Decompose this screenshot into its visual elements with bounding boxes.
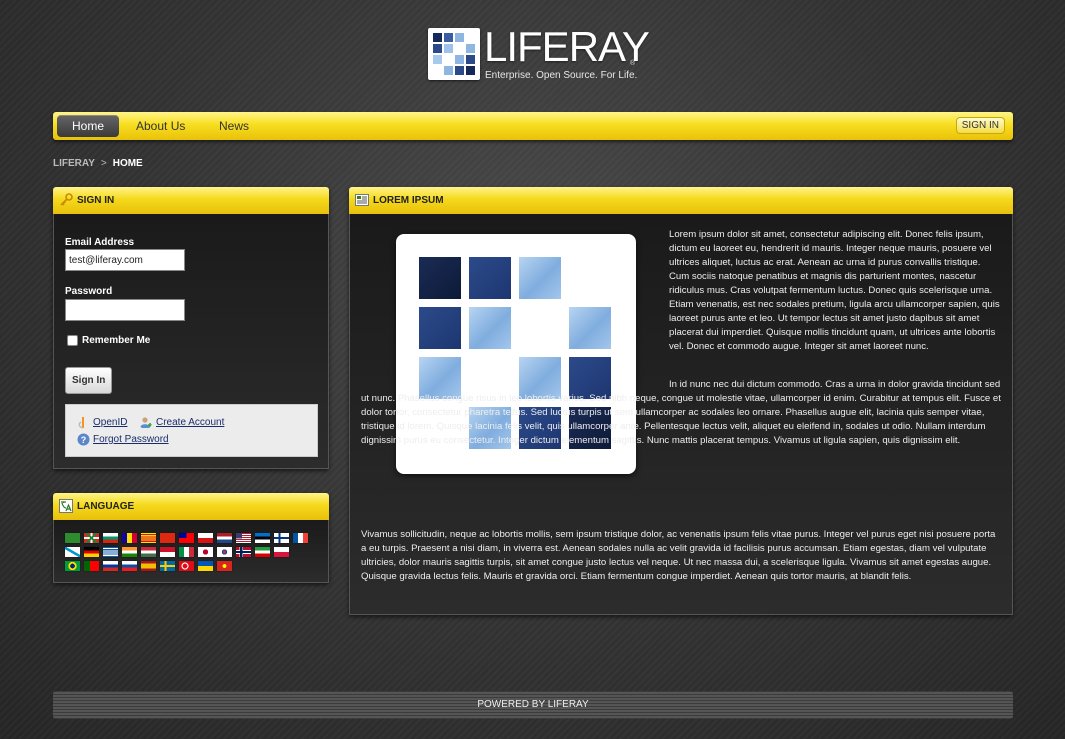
language-flags [53, 520, 329, 583]
svg-text:?: ? [81, 435, 87, 445]
journal-article: Lorem ipsum dolor sit amet, consectetur … [349, 214, 1013, 615]
lorem-ipsum-portlet-header: LOREM IPSUM [349, 187, 1013, 214]
language-portlet: LANGUAGE [53, 493, 329, 583]
openid-icon [78, 417, 84, 429]
flag-basque-icon[interactable] [84, 533, 99, 543]
help-icon: ? [77, 433, 90, 446]
logo-registered: ® [630, 60, 636, 67]
liferay-logo[interactable]: LIFERAY ® Enterprise. Open Source. For L… [428, 24, 650, 88]
flag-spain-icon[interactable] [141, 561, 156, 571]
flag-bulgaria-icon[interactable] [103, 533, 118, 543]
sign-in-button[interactable]: Sign In [65, 367, 113, 394]
flag-vietnam-icon[interactable] [217, 561, 232, 571]
breadcrumb: LIFERAY > HOME [53, 158, 143, 169]
flag-czech-icon[interactable] [198, 533, 213, 543]
article-paragraph-1: Lorem ipsum dolor sit amet, consectetur … [669, 229, 1000, 352]
nav-news[interactable]: News [209, 115, 259, 137]
flag-china-icon[interactable] [160, 533, 175, 543]
breadcrumb-current[interactable]: HOME [113, 158, 143, 169]
powered-by-link[interactable]: POWERED BY LIFERAY [53, 699, 1013, 710]
key-icon [60, 193, 73, 206]
forgot-password-link[interactable]: Forgot Password [93, 434, 169, 445]
footer: POWERED BY LIFERAY [53, 691, 1013, 719]
flag-indonesia-icon[interactable] [160, 547, 175, 557]
document-icon [355, 194, 369, 206]
flag-catalonia-icon[interactable] [141, 533, 156, 543]
flag-italy-icon[interactable] [179, 547, 194, 557]
flag-japan-icon[interactable] [198, 547, 213, 557]
article-paragraph-2: In id nunc nec dui dictum commodo. Cras … [361, 379, 1001, 446]
add-user-icon [140, 417, 152, 428]
flag-turkey-icon[interactable] [179, 561, 194, 571]
lorem-ipsum-portlet-title: LOREM IPSUM [373, 195, 444, 206]
nav-about-us[interactable]: About Us [126, 115, 195, 137]
flag-greece-icon[interactable] [103, 547, 118, 557]
flag-germany-icon[interactable] [84, 547, 99, 557]
flag-iran-icon[interactable] [255, 547, 270, 557]
logo-mark-icon [428, 28, 480, 80]
flag-andorra-icon[interactable] [122, 533, 137, 543]
password-field[interactable] [65, 299, 185, 321]
flag-usa-icon[interactable] [236, 533, 251, 543]
sign-in-links: OpenID Create Account ? Forgot Password [65, 404, 318, 457]
flag-galicia-icon[interactable] [65, 547, 80, 557]
nav-home[interactable]: Home [57, 115, 119, 137]
sign-in-link[interactable]: SIGN IN [955, 117, 1005, 134]
language-icon [59, 499, 73, 513]
sign-in-portlet: SIGN IN Email Address Password Remember … [53, 187, 329, 469]
flag-sweden-icon[interactable] [160, 561, 175, 571]
remember-me-checkbox[interactable] [67, 335, 78, 346]
flag-estonia-icon[interactable] [255, 533, 270, 543]
main-navigation: Home About Us News SIGN IN [53, 112, 1013, 140]
flag-poland-icon[interactable] [274, 547, 289, 557]
breadcrumb-root[interactable]: LIFERAY [53, 158, 95, 169]
breadcrumb-separator: > [100, 158, 107, 169]
email-label: Email Address [65, 237, 135, 248]
email-field[interactable] [65, 249, 185, 271]
logo-wordmark: LIFERAY [484, 23, 650, 70]
flag-slovakia-icon[interactable] [122, 561, 137, 571]
language-portlet-title: LANGUAGE [77, 501, 135, 512]
article-paragraph-3: Vivamus sollicitudin, neque ac lobortis … [361, 529, 996, 582]
openid-link[interactable]: OpenID [93, 417, 127, 428]
sign-in-portlet-header: SIGN IN [53, 187, 329, 214]
password-label: Password [65, 286, 113, 297]
lorem-ipsum-portlet: LOREM IPSUM Lorem ipsum dolor sit amet, … [349, 187, 1013, 615]
flag-ukraine-icon[interactable] [198, 561, 213, 571]
flag-saudi-arabia-icon[interactable] [65, 533, 80, 543]
flag-russia-icon[interactable] [103, 561, 118, 571]
flag-india-icon[interactable] [122, 547, 137, 557]
flag-hungary-icon[interactable] [141, 547, 156, 557]
flag-finland-icon[interactable] [274, 533, 289, 543]
flag-france-icon[interactable] [293, 533, 308, 543]
flag-taiwan-icon[interactable] [179, 533, 194, 543]
flag-portugal-icon[interactable] [84, 561, 99, 571]
logo-tagline: Enterprise. Open Source. For Life. [485, 70, 638, 81]
remember-me-label: Remember Me [82, 335, 151, 346]
sign-in-portlet-title: SIGN IN [77, 195, 115, 206]
create-account-link[interactable]: Create Account [156, 417, 224, 428]
flag-korea-icon[interactable] [217, 547, 232, 557]
sign-in-form: Email Address Password Remember Me Sign … [53, 214, 329, 469]
language-portlet-header: LANGUAGE [53, 493, 329, 520]
flag-norway-icon[interactable] [236, 547, 251, 557]
flag-brazil-icon[interactable] [65, 561, 80, 571]
flag-netherlands-icon[interactable] [217, 533, 232, 543]
